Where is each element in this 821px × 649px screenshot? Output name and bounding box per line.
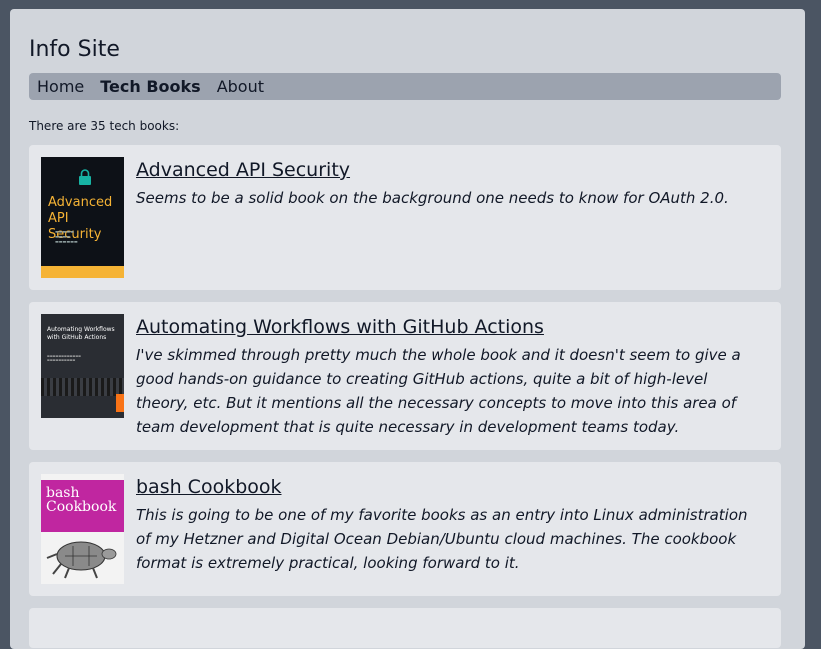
book-title-link[interactable]: Automating Workflows with GitHub Actions bbox=[136, 316, 544, 338]
main-nav: Home Tech Books About bbox=[29, 73, 781, 100]
lock-icon bbox=[79, 169, 91, 185]
book-description: Seems to be a solid book on the backgrou… bbox=[136, 189, 729, 207]
cover-subtext: ▬▬▬▬▬ ▬▬▬▬ ▬▬▬▬▬▬ bbox=[55, 229, 78, 244]
page-container: Info Site Home Tech Books About There ar… bbox=[10, 9, 805, 649]
cover-stripes bbox=[41, 378, 124, 396]
book-description: I've skimmed through pretty much the who… bbox=[136, 346, 741, 436]
cover-accent bbox=[116, 394, 124, 412]
book-card: Automating Workflows with GitHub Actions… bbox=[29, 302, 781, 450]
book-title-link[interactable]: bash Cookbook bbox=[136, 476, 282, 498]
cover-bar bbox=[41, 266, 124, 278]
cover-heading: bash Cookbook bbox=[46, 485, 117, 515]
nav-home[interactable]: Home bbox=[37, 77, 84, 96]
site-title: Info Site bbox=[29, 37, 120, 62]
cover-subtext: ▬▬▬▬▬▬▬▬▬▬▬▬ ▬▬▬▬▬▬▬▬▬▬ bbox=[47, 354, 82, 362]
cover-heading: Automating Workflows with GitHub Actions bbox=[47, 326, 115, 341]
book-card bbox=[29, 608, 781, 648]
nav-about[interactable]: About bbox=[217, 77, 264, 96]
book-card: Advanced API Security ▬▬▬▬▬ ▬▬▬▬ ▬▬▬▬▬▬ Ad… bbox=[29, 145, 781, 290]
book-description: This is going to be one of my favorite b… bbox=[136, 506, 748, 572]
book-cover-image[interactable]: Advanced API Security ▬▬▬▬▬ ▬▬▬▬ ▬▬▬▬▬▬ bbox=[41, 157, 124, 278]
turtle-icon bbox=[46, 541, 117, 579]
book-cover-image[interactable]: bash Cookbook bbox=[41, 474, 124, 584]
book-cover-image[interactable]: Automating Workflows with GitHub Actions… bbox=[41, 314, 124, 418]
book-card: bash Cookbook bash Cookbook This is goin… bbox=[29, 462, 781, 596]
nav-tech-books[interactable]: Tech Books bbox=[100, 77, 200, 96]
book-title-link[interactable]: Advanced API Security bbox=[136, 159, 350, 181]
book-count: There are 35 tech books: bbox=[29, 119, 180, 133]
